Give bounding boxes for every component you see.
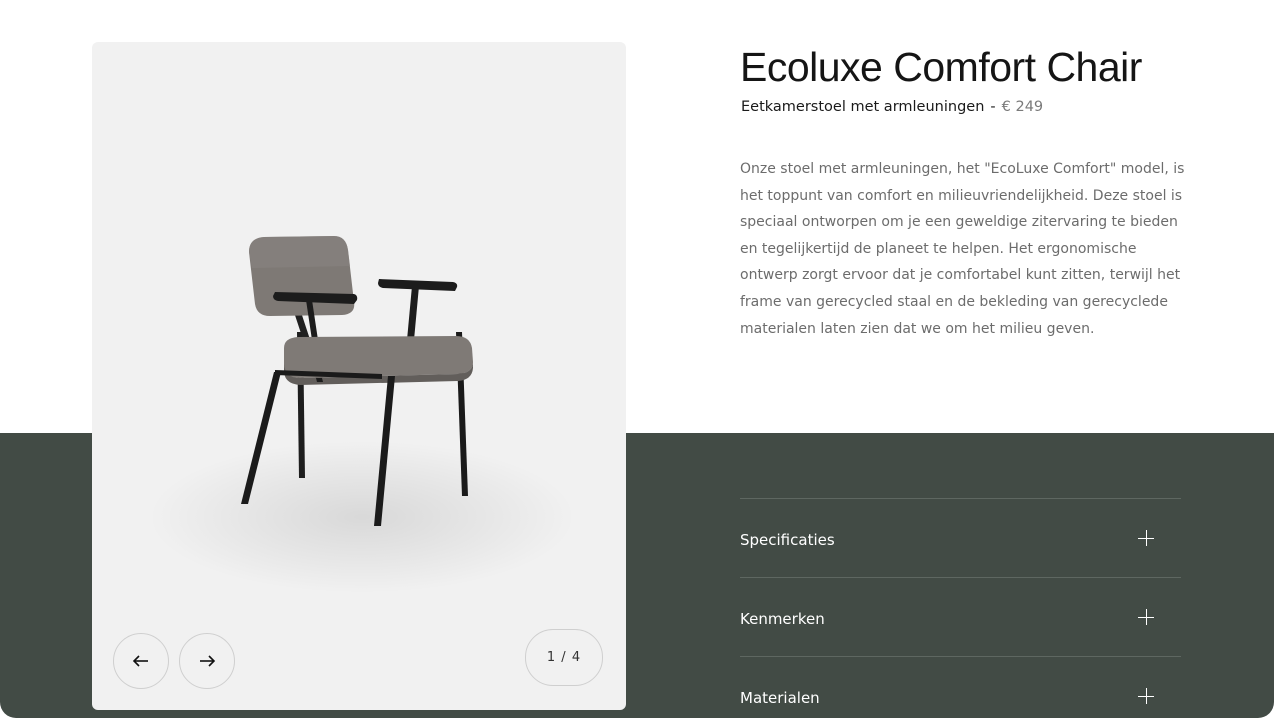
plus-icon (1138, 530, 1154, 546)
accordion-label: Materialen (740, 688, 820, 707)
product-price: € 249 (1001, 99, 1044, 115)
subtitle-separator: - (990, 99, 996, 115)
plus-icon (1138, 609, 1154, 625)
product-accordion: Specificaties Kenmerken Materialen (740, 498, 1181, 718)
product-category: Eetkamerstoel met armleuningen (741, 99, 985, 115)
arrow-left-icon (132, 655, 148, 667)
product-description: Onze stoel met armleuningen, het "EcoLux… (740, 161, 1185, 337)
accordion-kenmerken[interactable]: Kenmerken (740, 577, 1181, 656)
previous-image-button[interactable] (113, 633, 169, 689)
image-counter: 1 / 4 (525, 629, 603, 686)
plus-icon (1138, 688, 1154, 704)
product-subtitle: Eetkamerstoel met armleuningen - € 249 (741, 99, 1043, 115)
accordion-specificaties[interactable]: Specificaties (740, 498, 1181, 577)
accordion-materialen[interactable]: Materialen (740, 656, 1181, 718)
accordion-label: Specificaties (740, 530, 835, 549)
product-gallery: 1 / 4 (92, 42, 626, 710)
product-image (241, 236, 473, 526)
next-image-button[interactable] (179, 633, 235, 689)
arrow-right-icon (200, 655, 216, 667)
product-title: Ecoluxe Comfort Chair (740, 44, 1142, 90)
accordion-label: Kenmerken (740, 609, 825, 628)
